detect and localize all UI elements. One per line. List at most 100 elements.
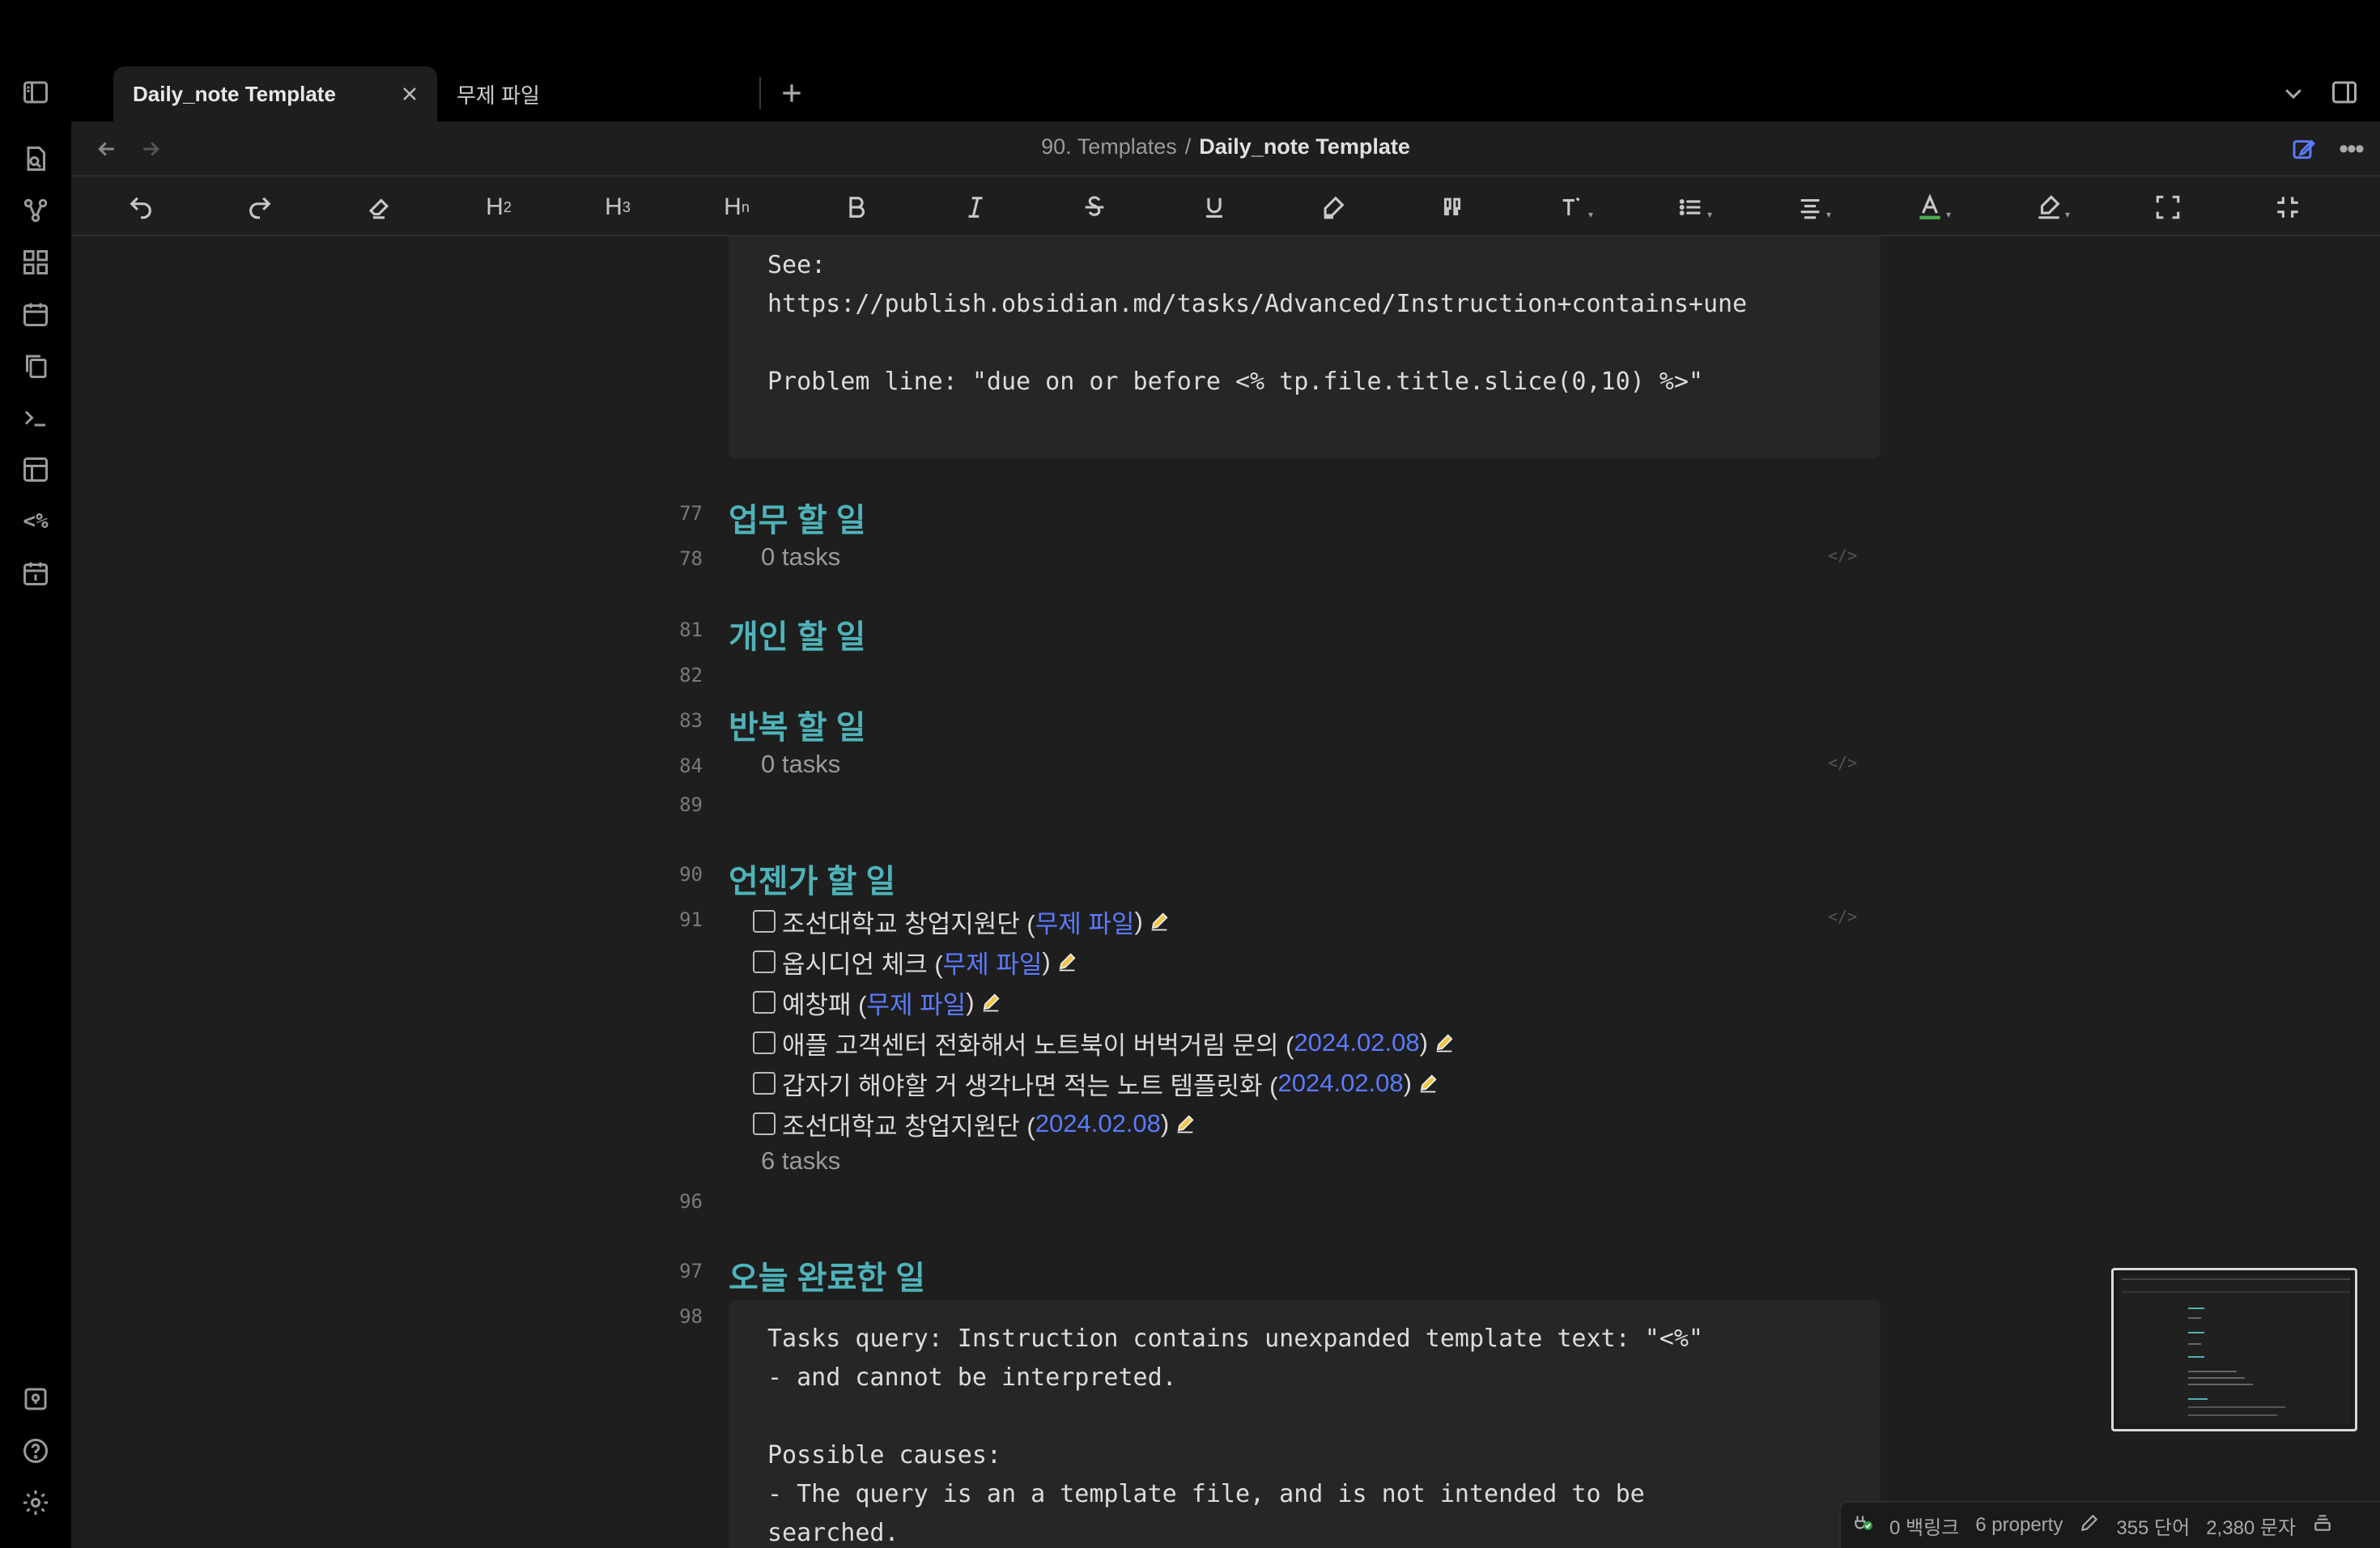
task-source-link[interactable]: 무제 파일 (1035, 904, 1135, 940)
tasks-count: 6 tasks (761, 1146, 841, 1175)
help-icon[interactable] (15, 1430, 57, 1472)
code-block-marker[interactable]: </> (1828, 907, 1857, 926)
editor-content[interactable]: See: https://publish.obsidian.md/tasks/Ad… (71, 236, 2380, 1548)
tab-daily-note-template[interactable]: Daily_note Template (113, 66, 437, 121)
right-sidebar-toggle-icon[interactable] (2323, 71, 2365, 113)
align-center-icon[interactable]: ▾ (1787, 185, 1833, 230)
task-checkbox[interactable] (753, 950, 776, 973)
tab-list-button[interactable] (2275, 74, 2312, 112)
layers-icon[interactable] (2312, 1512, 2333, 1539)
copy-files-icon[interactable] (15, 345, 57, 387)
italic-icon[interactable] (953, 185, 998, 230)
chevron-down-icon (2285, 89, 2301, 100)
breadcrumb-separator: / (1184, 134, 1192, 159)
edit-pencil-icon[interactable] (1433, 1031, 1456, 1054)
task-checkbox[interactable] (753, 1031, 776, 1054)
canvas-icon[interactable] (15, 241, 57, 283)
calendar-icon[interactable] (15, 293, 57, 335)
tab-divider (759, 77, 761, 109)
task-text: 옵시디언 체크 ( (782, 950, 943, 979)
task-source-link[interactable]: 2024.02.08 (1278, 1069, 1404, 1098)
sync-status-icon[interactable] (1852, 1512, 1873, 1539)
task-source-link[interactable]: 2024.02.08 (1294, 1028, 1419, 1057)
line-number: 96 (679, 1190, 703, 1213)
code-line: Possible causes: (767, 1441, 1001, 1469)
terminal-icon[interactable] (15, 397, 57, 439)
heading-level: 3 (622, 198, 631, 215)
bold-icon[interactable] (834, 185, 879, 230)
minimap[interactable] (2111, 1268, 2357, 1431)
close-icon[interactable] (397, 81, 423, 107)
font-color-icon[interactable]: ▾ (1907, 185, 1953, 230)
edit-mode-icon[interactable] (2286, 131, 2322, 167)
heading-letter: H (605, 194, 623, 220)
more-options-icon[interactable]: ••• (2333, 131, 2369, 167)
edit-pencil-icon[interactable] (980, 991, 1002, 1014)
code-block-marker[interactable]: </> (1828, 546, 1857, 565)
open-quick-switcher-icon[interactable] (15, 138, 57, 180)
left-ribbon: <% (0, 121, 71, 1548)
task-source-link[interactable]: 무제 파일 (867, 985, 967, 1021)
template-layout-icon[interactable] (15, 449, 57, 491)
text-format-icon[interactable]: ▾ (1549, 185, 1595, 230)
task-checkbox[interactable] (753, 1112, 776, 1135)
settings-gear-icon[interactable] (15, 1482, 57, 1524)
breadcrumb: 90. Templates / Daily_note Template (71, 134, 2380, 159)
task-source-link[interactable]: 무제 파일 (943, 944, 1043, 980)
quote-icon[interactable] (1430, 185, 1475, 230)
graph-view-icon[interactable] (15, 189, 57, 232)
line-number: 98 (679, 1305, 703, 1328)
code-line: https://publish.obsidian.md/tasks/Advanc… (767, 290, 1748, 318)
heading-n-button[interactable]: Hn (714, 185, 759, 230)
status-bar: 0 백링크 6 property 355 단어 2,380 문자 (1839, 1501, 2380, 1548)
bulleted-list-icon[interactable]: ▾ (1668, 185, 1714, 230)
vault-switcher-icon[interactable] (15, 1378, 57, 1420)
heading-work-tasks: 업무 할 일 (729, 503, 866, 538)
task-text: 애플 고객센터 전화해서 노트북이 버벅거림 문의 ( (782, 1031, 1294, 1060)
daily-note-icon[interactable] (15, 552, 57, 594)
edit-pencil-icon[interactable] (1056, 950, 1078, 973)
edit-pencil-icon[interactable] (1148, 910, 1171, 933)
heading-letter: H (724, 194, 742, 220)
eraser-icon[interactable] (356, 185, 402, 230)
line-number: 82 (679, 664, 703, 687)
breadcrumb-current-file[interactable]: Daily_note Template (1199, 134, 1410, 159)
breadcrumb-folder[interactable]: 90. Templates (1041, 134, 1177, 159)
background-color-icon[interactable]: ▾ (2026, 185, 2072, 230)
task-source-link[interactable]: 2024.02.08 (1035, 1109, 1161, 1138)
edit-pencil-icon[interactable] (1174, 1112, 1196, 1135)
tasks-count: 0 tasks (761, 542, 841, 571)
heading-3-button[interactable]: H3 (595, 185, 640, 230)
task-checkbox[interactable] (753, 1072, 776, 1095)
templater-icon[interactable]: <% (15, 500, 57, 542)
fullscreen-icon[interactable] (2145, 185, 2191, 230)
tab-untitled-file[interactable]: 무제 파일 (437, 66, 761, 121)
line-number: 83 (679, 709, 703, 732)
collapse-toolbar-icon[interactable] (2265, 185, 2310, 230)
heading-letter: H (486, 194, 504, 220)
task-text: 조선대학교 창업지원단 ( (782, 909, 1035, 938)
task-checkbox[interactable] (753, 910, 776, 933)
highlight-pen-icon[interactable] (1311, 185, 1356, 230)
task-checkbox[interactable] (753, 991, 776, 1014)
left-sidebar-toggle-icon[interactable] (15, 71, 57, 113)
undo-icon[interactable] (118, 185, 164, 230)
task-text-close: ) (1042, 947, 1051, 976)
editing-mode-icon[interactable] (2079, 1512, 2100, 1539)
code-block-marker[interactable]: </> (1828, 753, 1857, 772)
task-item: 갑자기 해야할 거 생각나면 적는 노트 템플릿화 (2024.02.08) (753, 1064, 1439, 1103)
view-header: 90. Templates / Daily_note Template ••• (71, 121, 2380, 175)
task-item: 예창패 (무제 파일) (753, 983, 1002, 1022)
task-item: 조선대학교 창업지원단 (무제 파일) (753, 902, 1171, 941)
heading-2-button[interactable]: H2 (476, 185, 521, 230)
redo-icon[interactable] (237, 185, 283, 230)
heading-someday-tasks: 언젠가 할 일 (729, 864, 896, 899)
strikethrough-icon[interactable] (1072, 185, 1117, 230)
new-tab-button[interactable] (773, 74, 810, 112)
edit-pencil-icon[interactable] (1417, 1072, 1439, 1095)
heading-level: n (741, 198, 750, 215)
task-text-close: ) (1134, 907, 1143, 935)
underline-icon[interactable] (1192, 185, 1237, 230)
backlinks-count[interactable]: 0 백링크 (1889, 1512, 1959, 1540)
